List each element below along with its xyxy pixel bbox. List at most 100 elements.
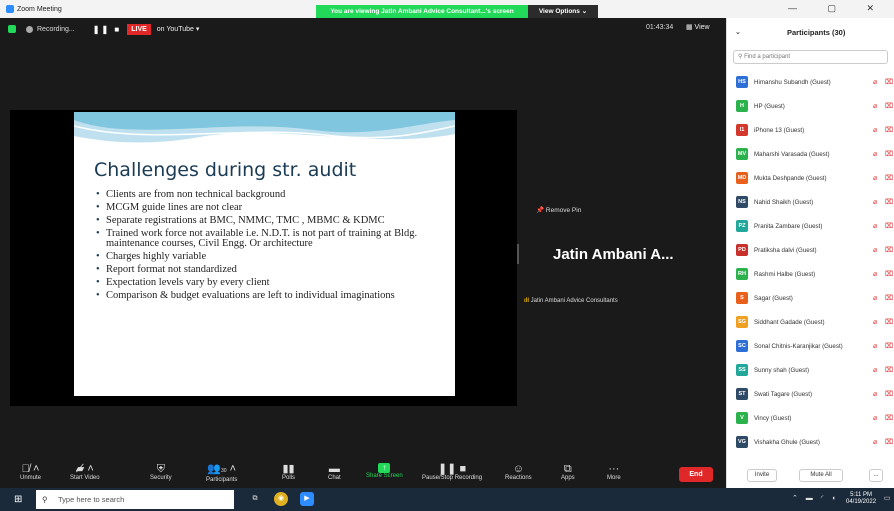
invite-button[interactable]: Invite <box>747 469 777 482</box>
muted-mic-icon[interactable]: ⌀ <box>873 390 877 398</box>
participant-row[interactable]: MV Maharshi Varasada (Guest) ⌀ ⌧ <box>727 142 894 166</box>
video-off-icon[interactable]: ⌧ <box>885 222 893 230</box>
system-tray-icons[interactable]: ⌃ ▬ ◜ ◖ <box>792 494 839 502</box>
video-off-icon[interactable]: ⌧ <box>885 294 893 302</box>
on-youtube-dropdown[interactable]: on YouTube ▾ <box>157 25 200 33</box>
participant-row[interactable]: SC Sonal Chitnis-Karanjikar (Guest) ⌀ ⌧ <box>727 334 894 358</box>
muted-mic-icon[interactable]: ⌀ <box>873 342 877 350</box>
app-title: Zoom Meeting <box>6 5 62 13</box>
muted-mic-icon[interactable]: ⌀ <box>873 270 877 278</box>
video-off-icon[interactable]: ⌧ <box>885 438 893 446</box>
unmute-button[interactable]: 🎙̸ ˄ Unmute <box>20 463 41 481</box>
participant-name: Sonal Chitnis-Karanjikar (Guest) <box>754 342 843 350</box>
muted-mic-icon[interactable]: ⌀ <box>873 414 877 422</box>
participant-row[interactable]: RH Rashmi Halbe (Guest) ⌀ ⌧ <box>727 262 894 286</box>
share-screen-button[interactable]: ↑ Share Screen <box>366 463 403 479</box>
video-off-icon[interactable]: ⌧ <box>885 414 893 422</box>
video-off-icon[interactable]: ⌧ <box>885 102 893 110</box>
avatar: SC <box>736 340 748 352</box>
participants-title: Participants (30) <box>787 27 846 37</box>
muted-mic-icon[interactable]: ⌀ <box>873 150 877 158</box>
participant-name: Rashmi Halbe (Guest) <box>754 270 816 278</box>
video-off-icon[interactable]: ⌧ <box>885 390 893 398</box>
muted-mic-icon[interactable]: ⌀ <box>873 294 877 302</box>
slide-title: Challenges during str. audit <box>94 159 357 181</box>
pause-stop-recording-button[interactable]: ❚❚ ■ Pause/Stop Recording <box>422 463 482 481</box>
pin-icon: 📌 <box>536 207 546 214</box>
video-off-icon[interactable]: ⌧ <box>885 246 893 254</box>
participant-row[interactable]: VG Vishakha Ghule (Guest) ⌀ ⌧ <box>727 430 894 454</box>
zoom-logo-icon <box>6 5 14 13</box>
video-off-icon[interactable]: ⌧ <box>885 174 893 182</box>
task-view-icon[interactable]: ⧉ <box>248 492 262 506</box>
participant-row[interactable]: PZ Pranita Zambare (Guest) ⌀ ⌧ <box>727 214 894 238</box>
video-divider <box>517 244 519 264</box>
video-off-icon[interactable]: ⌧ <box>885 318 893 326</box>
live-badge[interactable]: LIVE <box>127 23 151 35</box>
participant-row[interactable]: HS Himanshu Subandh (Guest) ⌀ ⌧ <box>727 70 894 94</box>
video-off-icon[interactable]: ⌧ <box>885 126 893 134</box>
participant-name: Himanshu Subandh (Guest) <box>754 78 831 86</box>
muted-mic-icon[interactable]: ⌀ <box>873 78 877 86</box>
video-off-icon[interactable]: ⌧ <box>885 270 893 278</box>
video-off-icon[interactable]: ⌧ <box>885 366 893 374</box>
security-button[interactable]: ⛨ Security <box>150 463 172 481</box>
recording-controls[interactable]: ❚❚ ■ <box>93 25 121 34</box>
participant-row[interactable]: S Sagar (Guest) ⌀ ⌧ <box>727 286 894 310</box>
video-off-icon[interactable]: ⌧ <box>885 342 893 350</box>
more-button[interactable]: ··· More <box>607 463 621 481</box>
participant-row[interactable]: NS Nahid Shaikh (Guest) ⌀ ⌧ <box>727 190 894 214</box>
participant-row[interactable]: I1 iPhone 13 (Guest) ⌀ ⌧ <box>727 118 894 142</box>
meeting-topbar: Recording... ❚❚ ■ LIVE on YouTube ▾ <box>0 18 726 40</box>
view-options-button[interactable]: View Options ⌄ <box>528 5 598 18</box>
zoom-taskbar-icon[interactable]: ▶ <box>300 492 314 506</box>
muted-mic-icon[interactable]: ⌀ <box>873 102 877 110</box>
taskbar-clock[interactable]: 5:11 PM 04/19/2022 <box>846 492 876 506</box>
security-shield-icon[interactable] <box>8 25 16 33</box>
windows-start-icon[interactable]: ⊞ <box>14 494 25 505</box>
muted-mic-icon[interactable]: ⌀ <box>873 126 877 134</box>
video-off-icon[interactable]: ⌧ <box>885 150 893 158</box>
chevron-down-icon[interactable]: ⌄ <box>735 28 741 36</box>
participant-row[interactable]: H HP (Guest) ⌀ ⌧ <box>727 94 894 118</box>
muted-mic-icon[interactable]: ⌀ <box>873 366 877 374</box>
mute-all-button[interactable]: Mute All <box>799 469 843 482</box>
avatar: NS <box>736 196 748 208</box>
end-meeting-button[interactable]: End <box>679 467 713 482</box>
more-options-button[interactable]: ... <box>869 469 883 482</box>
notification-icon[interactable]: ▭ <box>880 492 894 506</box>
muted-mic-icon[interactable]: ⌀ <box>873 438 877 446</box>
window-controls[interactable]: — ▢ ✕ <box>788 3 888 14</box>
remove-pin-button[interactable]: 📌 Remove Pin <box>536 206 581 214</box>
chat-button[interactable]: ▬ Chat <box>328 463 341 481</box>
taskbar-search-input[interactable]: ⚲ Type here to search <box>36 490 234 509</box>
video-off-icon[interactable]: ⌧ <box>885 78 893 86</box>
muted-mic-icon[interactable]: ⌀ <box>873 198 877 206</box>
start-video-button[interactable]: ▰̸ ˄ Start Video <box>70 463 100 481</box>
view-button[interactable]: ▦ View <box>686 23 710 31</box>
participant-row[interactable]: MD Mukta Deshpande (Guest) ⌀ ⌧ <box>727 166 894 190</box>
participant-row[interactable]: SG Siddhant Gadade (Guest) ⌀ ⌧ <box>727 310 894 334</box>
avatar: VG <box>736 436 748 448</box>
participant-name: Vincy (Guest) <box>754 414 792 422</box>
muted-mic-icon[interactable]: ⌀ <box>873 174 877 182</box>
polls-button[interactable]: ▮▮ Polls <box>282 463 295 481</box>
participant-row[interactable]: PD Pratiksha dalvi (Guest) ⌀ ⌧ <box>727 238 894 262</box>
participant-row[interactable]: SS Sunny shah (Guest) ⌀ ⌧ <box>727 358 894 382</box>
avatar: HS <box>736 76 748 88</box>
avatar: H <box>736 100 748 112</box>
avatar: MD <box>736 172 748 184</box>
emoji-icon: ☺ <box>512 463 524 475</box>
muted-mic-icon[interactable]: ⌀ <box>873 222 877 230</box>
participant-row[interactable]: V Vincy (Guest) ⌀ ⌧ <box>727 406 894 430</box>
chrome-icon[interactable]: ◉ <box>274 492 288 506</box>
video-off-icon[interactable]: ⌧ <box>885 198 893 206</box>
participants-button[interactable]: 👥30 ˄ Participants <box>206 463 237 483</box>
muted-mic-icon[interactable]: ⌀ <box>873 246 877 254</box>
participant-row[interactable]: ST Swati Tagare (Guest) ⌀ ⌧ <box>727 382 894 406</box>
apps-button[interactable]: ⧉ Apps <box>561 463 575 481</box>
participant-search-input[interactable]: ⚲ Find a participant <box>733 50 888 64</box>
muted-mic-icon[interactable]: ⌀ <box>873 318 877 326</box>
speaker-label: ıll Jatin Ambani Advice Consultants <box>524 298 618 304</box>
reactions-button[interactable]: ☺ Reactions <box>505 463 532 481</box>
